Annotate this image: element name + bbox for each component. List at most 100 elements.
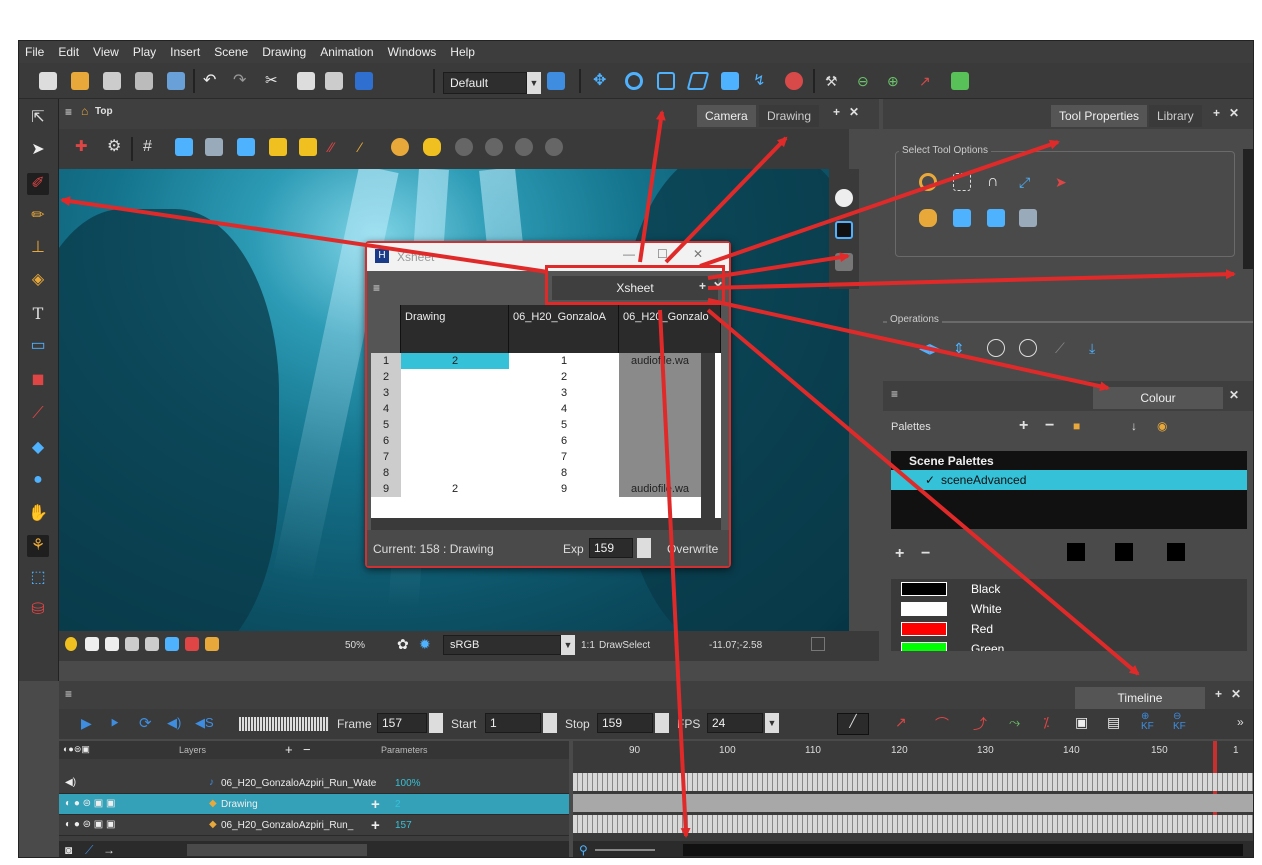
menu-play[interactable]: Play <box>133 45 156 59</box>
cell[interactable]: 3 <box>509 385 619 401</box>
constant-icon[interactable]: ⁒ <box>1043 714 1049 731</box>
zoom-icon[interactable]: ⚲ <box>579 843 588 857</box>
workspace-manager-icon[interactable] <box>547 72 565 90</box>
flip-vertical-icon[interactable]: ⇕ <box>953 339 971 357</box>
remove-colour-icon[interactable]: − <box>921 545 930 563</box>
sound-cell[interactable] <box>619 465 701 481</box>
row-number[interactable]: 3 <box>371 385 401 401</box>
merge-icon[interactable] <box>987 209 1005 227</box>
scrollbar[interactable] <box>1243 149 1253 269</box>
drawing-cell[interactable] <box>401 449 509 465</box>
cell[interactable]: 7 <box>509 449 619 465</box>
cell[interactable]: 5 <box>509 417 619 433</box>
add-palette-icon[interactable]: + <box>1019 417 1028 435</box>
xsheet-row[interactable]: 66 <box>371 433 701 449</box>
sound-cell[interactable]: audiofile.wa <box>619 481 701 497</box>
hammer-icon[interactable]: ⚒ <box>825 72 843 90</box>
render-icon[interactable]: ✿ <box>397 637 415 655</box>
exposure-field[interactable]: 159 <box>589 538 633 558</box>
exposure-stepper[interactable] <box>637 538 651 558</box>
pencil-colour-swatch[interactable] <box>1067 543 1085 561</box>
menu-file[interactable]: File <box>25 45 44 59</box>
menu-drawing[interactable]: Drawing <box>262 45 306 59</box>
eye-icon[interactable] <box>835 189 853 207</box>
export-icon[interactable]: ▤ <box>1107 714 1120 731</box>
start-stepper[interactable] <box>543 713 557 733</box>
interpolation-select[interactable]: ╱ <box>837 713 869 735</box>
frame-icon[interactable] <box>85 637 99 651</box>
frame-strip[interactable] <box>573 773 1253 791</box>
menu-insert[interactable]: Insert <box>170 45 200 59</box>
column-header[interactable]: 06_H20_Gonzalo <box>619 305 721 353</box>
layer-1-icon[interactable] <box>455 138 473 156</box>
add-icon[interactable]: + <box>371 817 380 834</box>
light-table-icon[interactable] <box>299 138 317 156</box>
gear-icon[interactable]: ⚙ <box>107 138 125 156</box>
dropper-tool-icon[interactable]: ⟋ <box>27 403 49 425</box>
paste-icon[interactable] <box>325 72 343 90</box>
stack-icon[interactable] <box>835 253 853 271</box>
rectangle-tool-icon[interactable]: ▭ <box>27 335 49 357</box>
flatten-icon[interactable] <box>953 209 971 227</box>
contour-editor-icon[interactable]: ➤ <box>27 139 49 161</box>
layer-row-selected[interactable]: ◐ ● ⊜ ▣ ▣ ◆ Drawing + 2 <box>59 794 569 815</box>
close-icon[interactable]: ✕ <box>693 247 703 261</box>
swatch-row[interactable]: Green <box>891 639 1247 651</box>
menu-icon[interactable]: ≡ <box>65 105 72 119</box>
xsheet-row[interactable]: 33 <box>371 385 701 401</box>
camera-icon[interactable]: ◙ <box>65 843 72 857</box>
sound-cell[interactable] <box>619 433 701 449</box>
horizontal-scrollbar[interactable] <box>187 844 367 856</box>
swatch-row[interactable]: Black <box>891 579 1247 599</box>
layer-2-icon[interactable] <box>485 138 503 156</box>
tab-tool-properties[interactable]: Tool Properties <box>1051 105 1148 127</box>
maximize-icon[interactable]: ☐ <box>657 247 668 261</box>
play-selection-icon[interactable]: ⯈ <box>109 715 120 732</box>
tab-drawing[interactable]: Drawing <box>759 105 820 127</box>
horizontal-scrollbar[interactable] <box>683 844 1243 856</box>
layer-row[interactable]: ◐ ● ⊜ ▣ ▣ ◆ 06_H20_GonzaloAzpiri_Run_ + … <box>59 815 569 836</box>
grid-icon[interactable]: # <box>143 138 161 156</box>
new-scene-icon[interactable] <box>39 72 57 90</box>
zoom-level[interactable]: 50% <box>345 640 365 651</box>
vertical-scrollbar[interactable] <box>701 353 715 518</box>
drawing-cell[interactable] <box>401 385 509 401</box>
xsheet-row[interactable]: 44 <box>371 401 701 417</box>
add-icon[interactable]: + <box>371 796 380 813</box>
sound-cell[interactable] <box>619 449 701 465</box>
toggle-icons[interactable]: ◐●⊜▣ <box>63 744 90 755</box>
remove-layer-icon[interactable]: − <box>303 742 311 757</box>
menu-icon[interactable]: ≡ <box>373 281 380 295</box>
ease-in-icon[interactable]: ⌒ <box>935 714 949 734</box>
lock-icon[interactable] <box>269 138 287 156</box>
lightbulb-icon[interactable] <box>65 637 77 651</box>
safe-area-icon[interactable] <box>175 138 193 156</box>
add-keyframe-icon[interactable]: ⊕ KF <box>1141 712 1154 732</box>
add-layer-icon[interactable]: + <box>285 742 293 757</box>
frame-strip[interactable] <box>573 794 1253 812</box>
menu-edit[interactable]: Edit <box>58 45 79 59</box>
drawing-cell[interactable] <box>401 369 509 385</box>
folder-icon[interactable]: ■ <box>1073 419 1080 433</box>
xsheet-row[interactable]: 88 <box>371 465 701 481</box>
add-view-icon[interactable]: + <box>1213 106 1220 120</box>
xsheet-row[interactable]: 1 2 1 audiofile.wa <box>371 353 701 369</box>
layer-3-icon[interactable] <box>515 138 533 156</box>
smooth-icon[interactable] <box>1019 209 1037 227</box>
row-number[interactable]: 7 <box>371 449 401 465</box>
sound-cell[interactable] <box>619 417 701 433</box>
row-number[interactable]: 5 <box>371 417 401 433</box>
row-number[interactable]: 4 <box>371 401 401 417</box>
rotoscope-icon[interactable]: ⁄⁄ <box>329 138 347 156</box>
marquee-icon[interactable] <box>953 173 971 191</box>
import-icon[interactable] <box>167 72 185 90</box>
shading-icon[interactable] <box>423 138 441 156</box>
reset-view-icon[interactable]: ✚ <box>75 138 93 156</box>
grid-view-icon[interactable] <box>105 637 119 651</box>
cell[interactable]: 1 <box>509 353 619 369</box>
sound-cell[interactable] <box>619 385 701 401</box>
drawing-cell[interactable] <box>401 401 509 417</box>
overflow-icon[interactable]: » <box>1237 715 1244 729</box>
zoom-slider[interactable] <box>595 849 655 851</box>
move-down-icon[interactable]: ↓ <box>1131 419 1137 433</box>
